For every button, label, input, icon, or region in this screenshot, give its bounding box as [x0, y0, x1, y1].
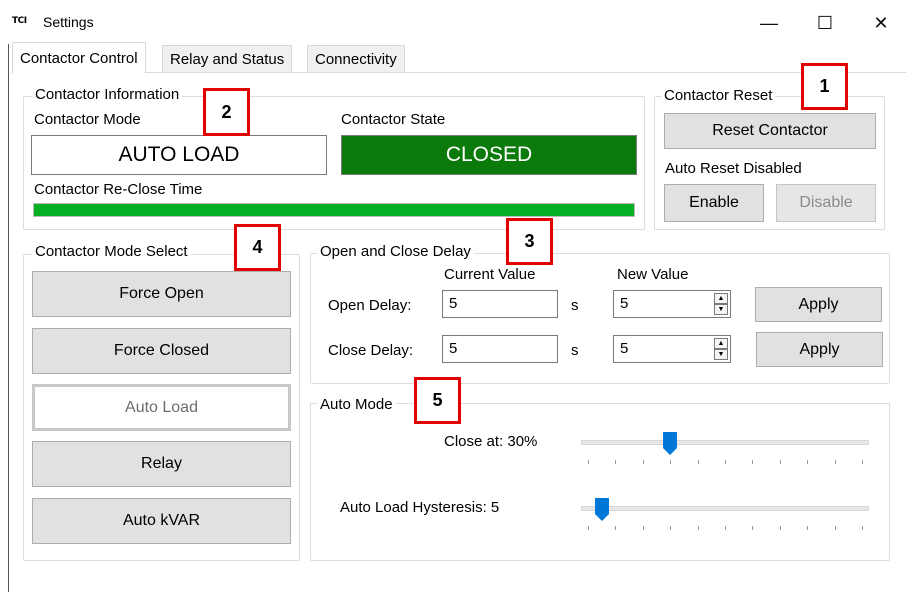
close-button[interactable]: ✕ — [858, 8, 904, 38]
slider-tick — [834, 460, 836, 464]
reclose-time-label: Contactor Re-Close Time — [34, 181, 203, 198]
enable-auto-reset-button[interactable]: Enable — [664, 184, 764, 222]
contactor-mode-value: AUTO LOAD — [31, 135, 327, 175]
tab-relay-and-status[interactable]: Relay and Status — [162, 45, 293, 73]
tab-contactor-control[interactable]: Contactor Control — [12, 42, 146, 74]
maximize-button[interactable]: ☐ — [802, 8, 848, 38]
reset-contactor-button[interactable]: Reset Contactor — [664, 113, 876, 149]
slider-tick — [834, 526, 836, 530]
force-open-button[interactable]: Force Open — [32, 271, 291, 317]
close-at-slider-thumb[interactable] — [663, 432, 678, 456]
contactor-mode-label: Contactor Mode — [34, 111, 141, 128]
slider-tick — [642, 526, 644, 530]
contactor-state-value: CLOSED — [341, 135, 637, 175]
open-delay-unit: s — [571, 297, 579, 314]
contactor-state-label: Contactor State — [341, 111, 446, 128]
annotation-marker-5: 5 — [414, 377, 461, 424]
close-at-slider[interactable] — [578, 430, 872, 470]
tab-connectivity[interactable]: Connectivity — [307, 45, 405, 73]
slider-tick — [807, 460, 809, 464]
close-at-slider-track — [581, 440, 869, 445]
reclose-progress-bar — [33, 203, 635, 217]
contactor-information-legend: Contactor Information — [32, 86, 183, 103]
close-at-label: Close at: 30% — [444, 433, 538, 450]
auto-reset-status: Auto Reset Disabled — [665, 160, 802, 177]
apply-close-delay-button[interactable]: Apply — [756, 332, 883, 367]
app-icon: TCI — [12, 16, 27, 26]
annotation-marker-3: 3 — [506, 218, 553, 265]
close-delay-unit: s — [571, 342, 579, 359]
hysteresis-slider-thumb[interactable] — [594, 498, 609, 522]
open-delay-current-field[interactable]: 5 — [442, 290, 558, 318]
auto-load-button[interactable]: Auto Load — [32, 384, 291, 431]
auto-mode-group — [310, 403, 890, 561]
slider-tick — [642, 460, 644, 464]
title-bar: TCI Settings — ☐ ✕ — [0, 0, 906, 44]
slider-tick — [725, 526, 726, 530]
hysteresis-slider-track — [581, 506, 869, 511]
slider-tick — [752, 460, 754, 464]
minimize-button[interactable]: — — [746, 8, 792, 38]
mode-select-legend: Contactor Mode Select — [32, 243, 191, 260]
close-delay-label: Close Delay: — [328, 342, 414, 359]
slider-tick — [670, 526, 672, 530]
current-value-header: Current Value — [444, 266, 536, 283]
open-delay-new-stepper[interactable]: 5 ▲ ▼ — [613, 290, 731, 318]
slider-tick — [588, 460, 589, 464]
close-delay-new-value: 5 — [620, 340, 629, 357]
hysteresis-label: Auto Load Hysteresis: 5 — [340, 499, 500, 516]
annotation-marker-4: 4 — [234, 224, 281, 271]
relay-button[interactable]: Relay — [32, 441, 291, 487]
open-delay-label: Open Delay: — [328, 297, 412, 314]
apply-open-delay-button[interactable]: Apply — [755, 287, 882, 322]
force-closed-button[interactable]: Force Closed — [32, 328, 291, 374]
slider-tick — [725, 460, 726, 464]
new-value-header: New Value — [617, 266, 689, 283]
open-delay-new-value: 5 — [620, 295, 629, 312]
slider-tick — [588, 526, 589, 530]
slider-tick — [615, 460, 617, 464]
spin-down-icon[interactable]: ▼ — [714, 349, 728, 360]
window-title: Settings — [43, 14, 94, 30]
window-frame-edge — [8, 44, 9, 592]
hysteresis-slider[interactable] — [578, 496, 872, 536]
contactor-reset-legend: Contactor Reset — [661, 87, 776, 104]
tab-strip-border — [12, 72, 906, 73]
slider-tick — [752, 526, 754, 530]
close-delay-new-stepper[interactable]: 5 ▲ ▼ — [613, 335, 731, 363]
slider-tick — [807, 526, 809, 530]
annotation-marker-1: 1 — [801, 63, 848, 110]
reclose-progress-fill — [34, 204, 634, 216]
slider-tick — [779, 526, 781, 530]
slider-tick — [779, 460, 781, 464]
annotation-marker-2: 2 — [203, 88, 250, 136]
slider-tick — [615, 526, 617, 530]
slider-tick — [670, 460, 672, 464]
auto-mode-legend: Auto Mode — [317, 396, 396, 413]
auto-kvar-button[interactable]: Auto kVAR — [32, 498, 291, 544]
delay-legend: Open and Close Delay — [317, 243, 474, 260]
spin-down-icon[interactable]: ▼ — [714, 304, 728, 315]
slider-tick — [697, 460, 699, 464]
slider-tick — [862, 460, 863, 464]
close-delay-current-field[interactable]: 5 — [442, 335, 558, 363]
slider-tick — [697, 526, 699, 530]
disable-auto-reset-button: Disable — [776, 184, 876, 222]
slider-tick — [862, 526, 863, 530]
